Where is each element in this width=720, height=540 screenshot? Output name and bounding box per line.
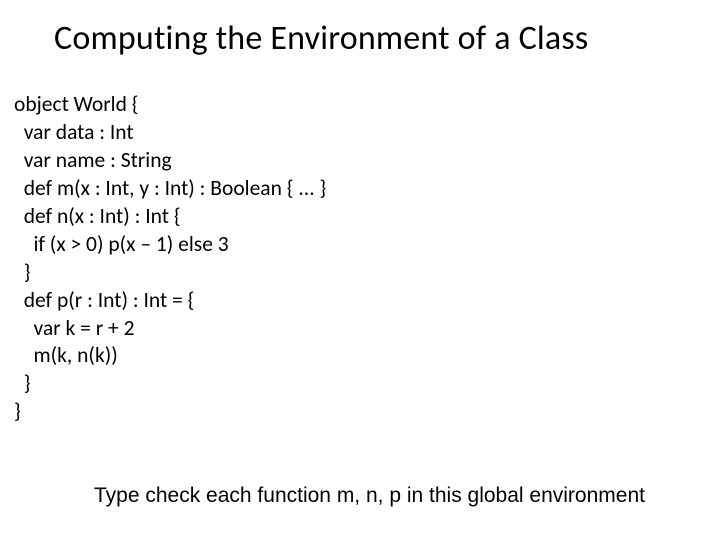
code-line: def n(x : Int) : Int { — [14, 203, 181, 229]
slide: Computing the Environment of a Class obj… — [0, 0, 720, 540]
code-line: var k = r + 2 — [14, 315, 135, 341]
code-line: } — [14, 398, 21, 424]
code-line: } — [14, 259, 30, 285]
code-line: if (x > 0) p(x – 1) else 3 — [14, 231, 229, 257]
footer-note: Type check each function m, n, p in this… — [94, 484, 645, 508]
slide-title: Computing the Environment of a Class — [0, 0, 720, 59]
code-block: object World { var data : Int var name :… — [0, 59, 720, 426]
code-line: var name : String — [14, 147, 172, 173]
code-line: def m(x : Int, y : Int) : Boolean { ... … — [14, 175, 326, 201]
code-line: var data : Int — [14, 119, 134, 145]
code-line: m(k, n(k)) — [14, 342, 118, 368]
code-line: def p(r : Int) : Int = { — [14, 287, 194, 313]
code-line: } — [14, 370, 30, 396]
code-line: object World { — [14, 91, 139, 117]
